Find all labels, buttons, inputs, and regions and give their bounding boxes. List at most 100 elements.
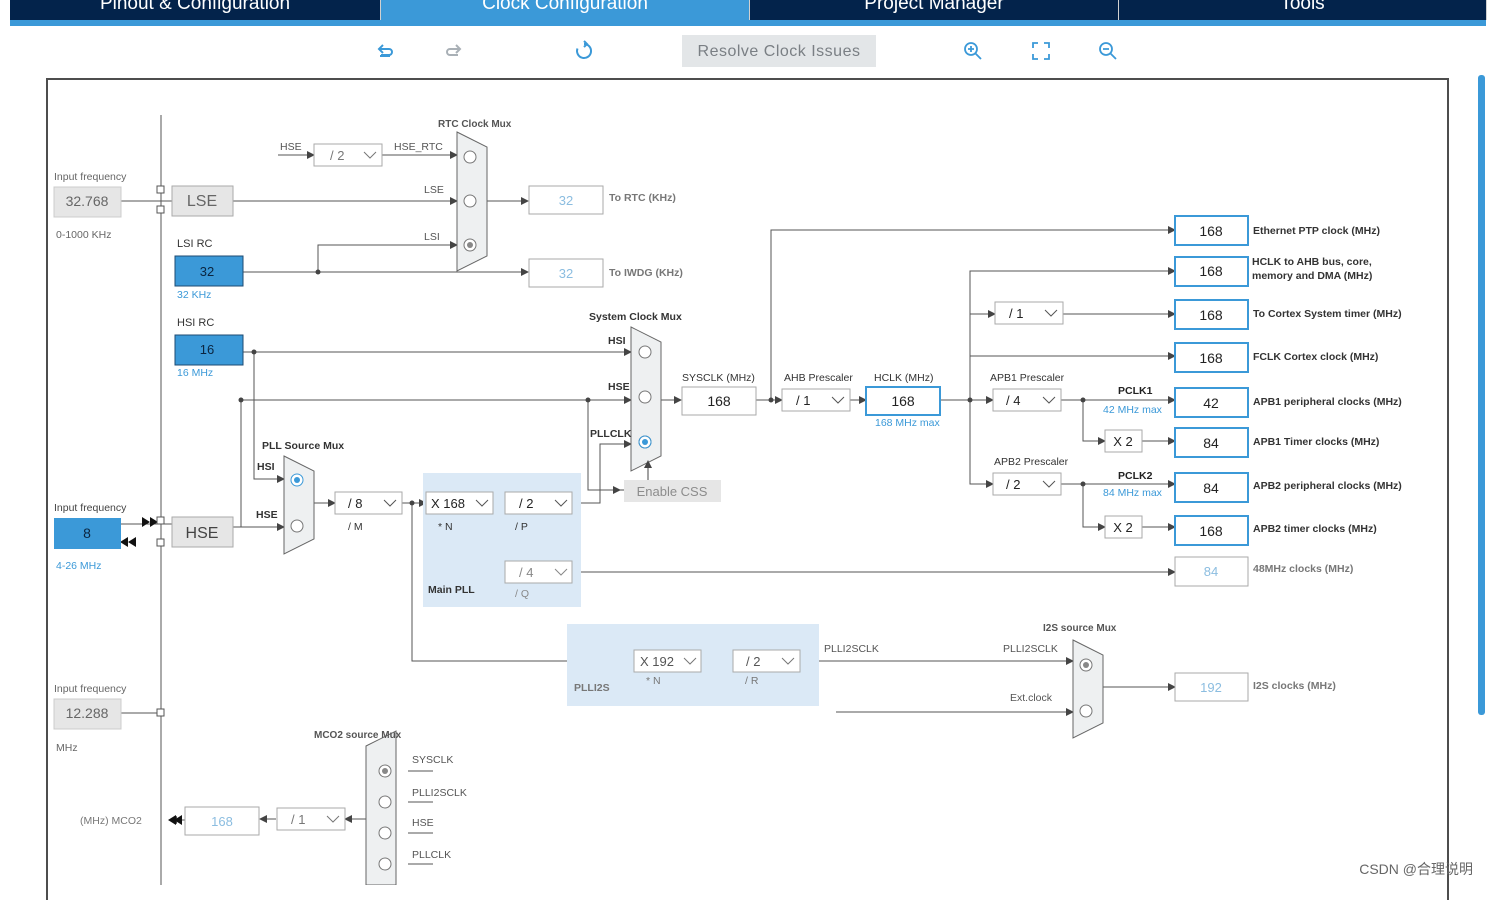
apb2-timer-multiplier: X 2 bbox=[1113, 520, 1133, 535]
i2s-ext-input-range: MHz bbox=[56, 742, 78, 754]
output-apb1-peripheral: 42 APB1 peripheral clocks (MHz) bbox=[1174, 387, 1402, 418]
mco2-divider-select[interactable] bbox=[276, 807, 346, 831]
hse-label: HSE bbox=[186, 525, 219, 542]
apb2-prescaler-select[interactable] bbox=[992, 472, 1062, 496]
hsi-title: HSI RC bbox=[177, 317, 214, 329]
iwdg-output-label: To IWDG (KHz) bbox=[609, 267, 683, 279]
pll-hsi-label: HSI bbox=[257, 461, 275, 473]
svg-text:X 192: X 192 bbox=[640, 654, 674, 669]
rtc-output-value: 32 bbox=[559, 193, 573, 208]
plli2s-r-select[interactable] bbox=[732, 649, 801, 673]
pll-m-label: / M bbox=[348, 521, 363, 533]
svg-text:168: 168 bbox=[891, 393, 915, 409]
hse-input-value[interactable]: 8 bbox=[83, 525, 91, 541]
i2s-output-label: I2S clocks (MHz) bbox=[1253, 680, 1336, 692]
svg-text:168: 168 bbox=[1199, 223, 1223, 239]
output-apb1-timer: 84 APB1 Timer clocks (MHz) bbox=[1174, 427, 1379, 458]
mco2-sysclk-label: SYSCLK bbox=[412, 754, 453, 766]
output-apb2-timer: 168 APB2 timer clocks (MHz) bbox=[1174, 515, 1377, 546]
plli2sclk-label: PLLI2SCLK bbox=[824, 643, 879, 655]
lse-input-range: 0-1000 KHz bbox=[56, 229, 111, 241]
sys-pllclk-label: PLLCLK bbox=[590, 428, 632, 440]
pll-q-select[interactable] bbox=[504, 560, 573, 584]
svg-text:FCLK Cortex clock (MHz): FCLK Cortex clock (MHz) bbox=[1253, 351, 1378, 363]
csdn-watermark: CSDN @合理说明 bbox=[1359, 861, 1473, 877]
mco2-mux-title: MCO2 source Mux bbox=[314, 730, 402, 741]
svg-text:168: 168 bbox=[1199, 523, 1223, 539]
hsi-value: 16 bbox=[200, 342, 214, 357]
mco2-output-value: 168 bbox=[211, 814, 233, 829]
pll-source-mux-title: PLL Source Mux bbox=[262, 440, 344, 452]
rtc-hse-divider[interactable] bbox=[313, 143, 383, 167]
mco2-plli2sclk-label: PLLI2SCLK bbox=[412, 787, 467, 799]
svg-text:48MHz clocks (MHz): 48MHz clocks (MHz) bbox=[1253, 563, 1353, 575]
svg-text:Ethernet PTP clock (MHz): Ethernet PTP clock (MHz) bbox=[1253, 225, 1380, 237]
apb2-prescaler-label: APB2 Prescaler bbox=[994, 456, 1069, 468]
svg-text:84: 84 bbox=[1204, 564, 1218, 579]
apb1-max: 42 MHz max bbox=[1103, 404, 1163, 416]
pll-hse-label: HSE bbox=[256, 509, 278, 521]
mco2-pllclk-label: PLLCLK bbox=[412, 849, 451, 861]
main-pll-title: Main PLL bbox=[428, 584, 475, 596]
output-ethernet-ptp: 168 Ethernet PTP clock (MHz) bbox=[1174, 215, 1380, 246]
hsi-note: 16 MHz bbox=[177, 367, 213, 379]
sys-hsi-label: HSI bbox=[608, 335, 626, 347]
pclk1-label: PCLK1 bbox=[1118, 385, 1153, 397]
svg-text:42: 42 bbox=[1203, 395, 1219, 411]
svg-text:/ 8: / 8 bbox=[348, 496, 362, 511]
svg-text:/ 2: / 2 bbox=[330, 148, 344, 163]
i2s-plli2sclk-label: PLLI2SCLK bbox=[1003, 643, 1058, 655]
plli2s-r-label: / R bbox=[745, 675, 759, 687]
cortex-divider-select[interactable] bbox=[994, 301, 1064, 325]
pll-m-select[interactable] bbox=[334, 491, 403, 515]
svg-text:/ 1: / 1 bbox=[1009, 306, 1023, 321]
svg-text:APB1 peripheral clocks (MHz): APB1 peripheral clocks (MHz) bbox=[1253, 396, 1402, 408]
system-mux-title: System Clock Mux bbox=[589, 311, 682, 323]
sys-hse-label: HSE bbox=[608, 381, 630, 393]
iwdg-output-value: 32 bbox=[559, 266, 573, 281]
rtc-hse-label: HSE bbox=[280, 141, 302, 153]
lsi-note: 32 KHz bbox=[177, 289, 211, 301]
svg-text:/ 2: / 2 bbox=[519, 496, 533, 511]
hclk-label: HCLK (MHz) bbox=[874, 372, 934, 384]
pll-p-select[interactable] bbox=[504, 491, 573, 515]
lsi-title: LSI RC bbox=[177, 238, 213, 250]
svg-text:/ 4: / 4 bbox=[1006, 393, 1020, 408]
svg-text:84: 84 bbox=[1203, 435, 1219, 451]
lse-input-value[interactable]: 32.768 bbox=[66, 193, 109, 209]
svg-text:168: 168 bbox=[1199, 307, 1223, 323]
svg-text:APB2 peripheral clocks (MHz): APB2 peripheral clocks (MHz) bbox=[1253, 480, 1402, 492]
pll-source-mux bbox=[283, 455, 315, 555]
svg-text:To Cortex System timer (MHz): To Cortex System timer (MHz) bbox=[1253, 308, 1402, 320]
svg-text:168: 168 bbox=[1199, 263, 1223, 279]
pclk2-label: PCLK2 bbox=[1118, 470, 1153, 482]
output-hclk-ahb: 168 HCLK to AHB bus, core, memory and DM… bbox=[1174, 256, 1372, 287]
lsi-value: 32 bbox=[200, 264, 214, 279]
apb1-prescaler-select[interactable] bbox=[992, 388, 1062, 412]
apb1-prescaler-label: APB1 Prescaler bbox=[990, 372, 1065, 384]
lse-input-caption: Input frequency bbox=[54, 171, 127, 183]
i2s-ext-clock-label: Ext.clock bbox=[1010, 692, 1053, 704]
svg-text:/ 2: / 2 bbox=[1006, 477, 1020, 492]
svg-text:X 168: X 168 bbox=[431, 496, 465, 511]
pll-q-label: / Q bbox=[515, 588, 529, 600]
sysclk-value: 168 bbox=[707, 393, 731, 409]
i2s-ext-input-value[interactable]: 12.288 bbox=[66, 705, 109, 721]
mco2-output-label: (MHz) MCO2 bbox=[80, 815, 142, 827]
apb1-timer-multiplier: X 2 bbox=[1113, 434, 1133, 449]
plli2s-n-label: * N bbox=[646, 675, 661, 687]
svg-text:APB2 timer clocks (MHz): APB2 timer clocks (MHz) bbox=[1253, 523, 1377, 535]
i2s-output-value: 192 bbox=[1200, 680, 1222, 695]
svg-text:/ 1: / 1 bbox=[291, 812, 305, 827]
plli2s-title: PLLI2S bbox=[574, 682, 610, 694]
i2s-source-mux bbox=[1072, 639, 1104, 739]
hse-input-caption: Input frequency bbox=[54, 502, 127, 514]
svg-text:84: 84 bbox=[1203, 480, 1219, 496]
output-48mhz: 84 48MHz clocks (MHz) bbox=[1174, 556, 1353, 587]
hclk-max: 168 MHz max bbox=[875, 417, 941, 429]
sysclk-label: SYSCLK (MHz) bbox=[682, 372, 755, 384]
clock-tree-diagram: Input frequency 32.768 0-1000 KHz LSE In… bbox=[53, 115, 1402, 885]
rtc-output-label: To RTC (KHz) bbox=[609, 192, 676, 204]
ahb-prescaler-select[interactable] bbox=[781, 388, 851, 412]
apb2-max: 84 MHz max bbox=[1103, 487, 1163, 499]
